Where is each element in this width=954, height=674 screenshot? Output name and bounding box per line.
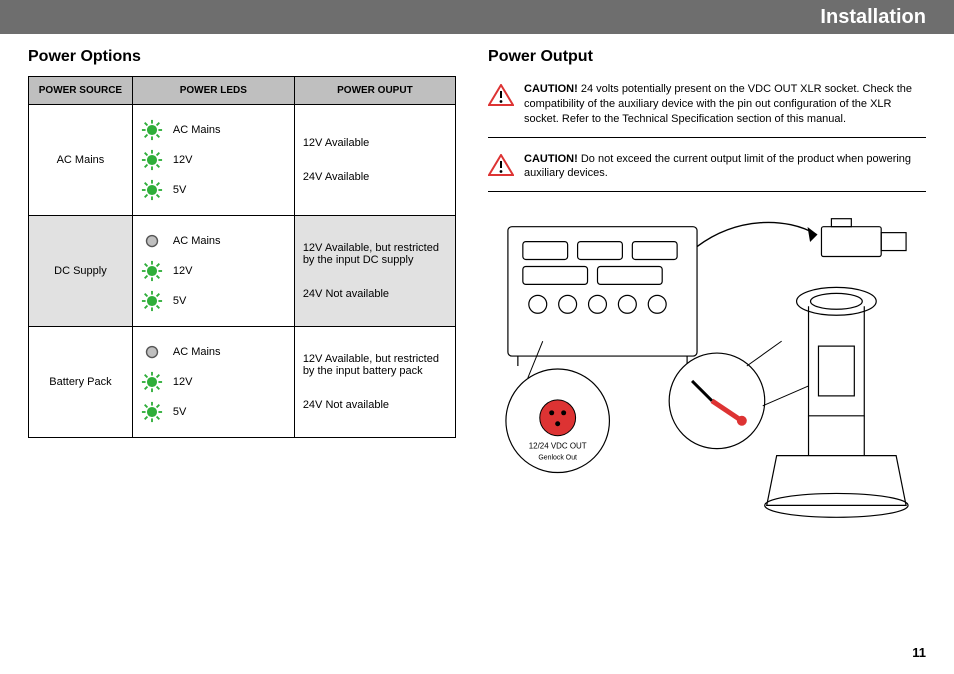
led-label: 5V bbox=[173, 184, 186, 196]
power-output-value: 12V Available bbox=[303, 137, 447, 149]
power-source-cell: Battery Pack bbox=[29, 327, 133, 438]
led-on-icon bbox=[141, 401, 163, 423]
power-output-column: Power Output CAUTION! 24 volts potential… bbox=[488, 48, 926, 536]
led-off-icon bbox=[141, 230, 163, 252]
power-source-cell: AC Mains bbox=[29, 105, 133, 216]
power-output-illustration: 12/24 VDC OUT Genlock Out bbox=[488, 206, 926, 536]
power-leds-cell: AC Mains 12V 5V bbox=[132, 216, 294, 327]
page-body: Power Options POWER SOURCE POWER LEDS PO… bbox=[0, 34, 954, 536]
led-label: 12V bbox=[173, 265, 193, 277]
led-row: AC Mains bbox=[141, 230, 286, 252]
table-header-leds: POWER LEDS bbox=[132, 77, 294, 105]
genlock-label: Genlock Out bbox=[538, 455, 577, 462]
power-leds-cell: AC Mains 12V 5V bbox=[132, 105, 294, 216]
caution-text: CAUTION! Do not exceed the current outpu… bbox=[524, 152, 926, 182]
led-row: 12V bbox=[141, 149, 286, 171]
page-title: Installation bbox=[820, 6, 926, 29]
table-header-source: POWER SOURCE bbox=[29, 77, 133, 105]
caution-list: CAUTION! 24 volts potentially present on… bbox=[488, 76, 926, 192]
led-row: 5V bbox=[141, 290, 286, 312]
led-on-icon bbox=[141, 260, 163, 282]
led-on-icon bbox=[141, 371, 163, 393]
power-options-heading: Power Options bbox=[28, 48, 456, 66]
led-label: 12V bbox=[173, 154, 193, 166]
table-header-output: POWER OUPUT bbox=[294, 77, 455, 105]
power-output-cell: 12V Available, but restricted by the inp… bbox=[294, 216, 455, 327]
led-row: 12V bbox=[141, 260, 286, 282]
led-label: 5V bbox=[173, 295, 186, 307]
vdc-out-label: 12/24 VDC OUT bbox=[529, 442, 587, 451]
led-label: AC Mains bbox=[173, 124, 221, 136]
caution-text: CAUTION! 24 volts potentially present on… bbox=[524, 82, 926, 127]
led-row: AC Mains bbox=[141, 119, 286, 141]
led-label: AC Mains bbox=[173, 235, 221, 247]
led-on-icon bbox=[141, 290, 163, 312]
table-row: AC Mains AC Mains 12V 5V 12V Available 24V Av… bbox=[29, 105, 456, 216]
power-output-value: 24V Not available bbox=[303, 399, 447, 411]
led-label: AC Mains bbox=[173, 346, 221, 358]
table-row: DC Supply AC Mains 12V 5V 12V Available, but… bbox=[29, 216, 456, 327]
power-output-value: 12V Available, but restricted by the inp… bbox=[303, 242, 447, 266]
power-options-column: Power Options POWER SOURCE POWER LEDS PO… bbox=[28, 48, 456, 536]
power-options-table: POWER SOURCE POWER LEDS POWER OUPUT AC M… bbox=[28, 76, 456, 438]
led-row: AC Mains bbox=[141, 341, 286, 363]
led-label: 12V bbox=[173, 376, 193, 388]
led-off-icon bbox=[141, 341, 163, 363]
power-output-value: 12V Available, but restricted by the inp… bbox=[303, 353, 447, 377]
power-source-cell: DC Supply bbox=[29, 216, 133, 327]
page-number: 11 bbox=[912, 645, 926, 660]
caution-block: CAUTION! 24 volts potentially present on… bbox=[488, 76, 926, 138]
power-leds-cell: AC Mains 12V 5V bbox=[132, 327, 294, 438]
header-bar: Installation bbox=[0, 0, 954, 34]
power-output-heading: Power Output bbox=[488, 48, 926, 66]
led-on-icon bbox=[141, 119, 163, 141]
led-label: 5V bbox=[173, 406, 186, 418]
warning-icon bbox=[488, 84, 514, 106]
power-output-value: 24V Not available bbox=[303, 288, 447, 300]
caution-block: CAUTION! Do not exceed the current outpu… bbox=[488, 146, 926, 193]
warning-icon bbox=[488, 154, 514, 176]
led-on-icon bbox=[141, 149, 163, 171]
power-output-cell: 12V Available, but restricted by the inp… bbox=[294, 327, 455, 438]
led-row: 5V bbox=[141, 401, 286, 423]
led-on-icon bbox=[141, 179, 163, 201]
power-output-cell: 12V Available 24V Available bbox=[294, 105, 455, 216]
table-row: Battery Pack AC Mains 12V 5V 12V Available, … bbox=[29, 327, 456, 438]
led-row: 12V bbox=[141, 371, 286, 393]
led-row: 5V bbox=[141, 179, 286, 201]
power-output-value: 24V Available bbox=[303, 171, 447, 183]
